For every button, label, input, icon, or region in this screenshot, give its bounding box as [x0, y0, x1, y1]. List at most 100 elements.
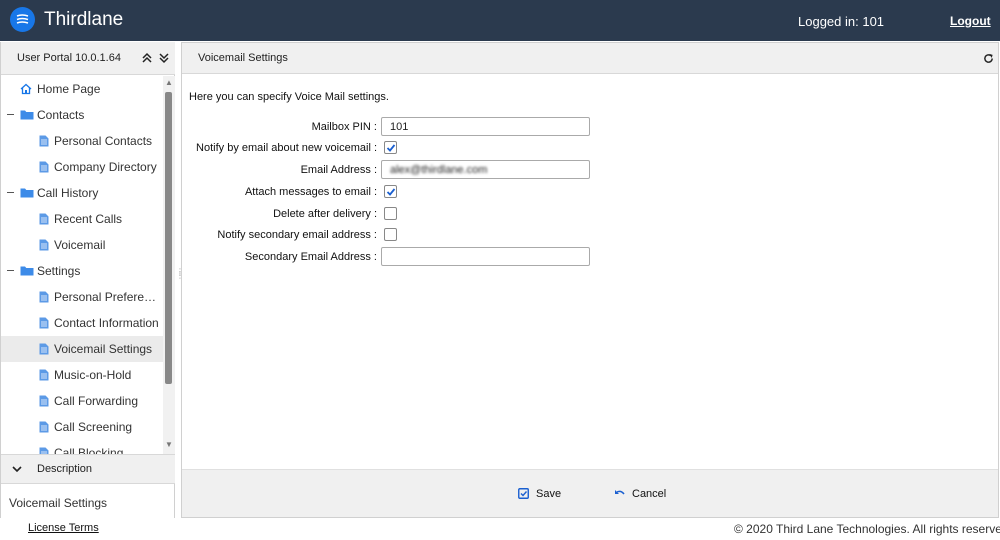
sidebar-item-recent-calls[interactable]: Recent Calls [1, 206, 163, 232]
sidebar-item-label: Company Directory [54, 160, 157, 174]
description-header[interactable]: Description [1, 454, 175, 484]
collapse-all-icon[interactable] [141, 52, 153, 64]
delete-after-row: Delete after delivery : [182, 204, 782, 224]
top-bar: Thirdlane Logged in: 101 Logout [0, 0, 1000, 41]
collapse-minus-icon[interactable] [7, 192, 14, 193]
collapse-minus-icon[interactable] [7, 270, 14, 271]
secondary-email-input[interactable] [381, 247, 590, 266]
sidebar-item-home-page[interactable]: Home Page [1, 76, 163, 102]
home-icon [20, 83, 32, 98]
document-icon [39, 447, 49, 454]
refresh-icon[interactable] [983, 53, 994, 64]
sidebar: User Portal 10.0.1.64 Home Page Contacts P… [0, 42, 175, 518]
sidebar-item-label: Personal Contacts [54, 134, 153, 148]
sidebar-item-call-screening[interactable]: Call Screening [1, 414, 163, 440]
attach-label: Attach messages to email : [244, 186, 377, 198]
description-title: Description [37, 463, 93, 475]
sidebar-item-label: Call Screening [54, 420, 133, 434]
notify-email-checkbox[interactable] [384, 141, 397, 154]
notify-email-row: Notify by email about new voicemail : [182, 138, 782, 158]
email-address-input[interactable]: alex@thirdlane.com [381, 160, 590, 179]
checkmark-icon [386, 188, 396, 196]
folder-icon [20, 109, 34, 123]
save-icon [518, 488, 529, 499]
sidebar-item-label: Contacts [37, 108, 85, 122]
notify-email-label: Notify by email about new voicemail : [196, 142, 377, 154]
sidebar-item-personal-contacts[interactable]: Personal Contacts [1, 128, 163, 154]
document-icon [39, 395, 49, 410]
sidebar-item-voicemail-settings[interactable]: Voicemail Settings [1, 336, 163, 362]
delete-after-label: Delete after delivery : [273, 208, 377, 220]
folder-icon [20, 265, 34, 279]
thirdlane-logo-icon[interactable] [10, 7, 35, 32]
notify-secondary-row: Notify secondary email address : [182, 225, 782, 245]
description-text: Voicemail Settings [9, 496, 108, 510]
sidebar-title: User Portal 10.0.1.64 [17, 52, 121, 64]
email-address-label: Email Address : [300, 164, 377, 176]
document-icon [39, 421, 49, 436]
logout-link[interactable]: Logout [950, 14, 991, 28]
sidebar-item-label: Contact Information [54, 316, 159, 330]
sidebar-item-label: Recent Calls [54, 212, 123, 226]
delete-after-checkbox[interactable] [384, 207, 397, 220]
sidebar-item-label: Personal Preferences [54, 290, 161, 304]
sidebar-item-call-forwarding[interactable]: Call Forwarding [1, 388, 163, 414]
intro-text: Here you can specify Voice Mail settings… [189, 91, 389, 103]
sidebar-item-voicemail[interactable]: Voicemail [1, 232, 163, 258]
copyright-text: © 2020 Third Lane Technologies. All righ… [734, 522, 1000, 536]
sidebar-item-label: Music-on-Hold [54, 368, 132, 382]
sidebar-item-label: Call Blocking [54, 446, 124, 454]
collapse-minus-icon[interactable] [7, 114, 14, 115]
attach-row: Attach messages to email : [182, 182, 782, 202]
page-title: Voicemail Settings [198, 52, 288, 64]
document-icon [39, 291, 49, 306]
scroll-down-icon[interactable]: ▼ [165, 440, 173, 449]
folder-icon [20, 187, 34, 201]
sidebar-item-label: Call History [37, 186, 99, 200]
document-icon [39, 213, 49, 228]
sidebar-item-company-directory[interactable]: Company Directory [1, 154, 163, 180]
sidebar-header: User Portal 10.0.1.64 [1, 42, 175, 75]
email-address-row: Email Address : alex@thirdlane.com [182, 160, 782, 180]
secondary-email-label: Secondary Email Address : [244, 251, 377, 263]
notify-secondary-checkbox[interactable] [384, 228, 397, 241]
checkmark-icon [386, 144, 396, 152]
document-icon [39, 343, 49, 358]
mailbox-pin-label: Mailbox PIN : [311, 121, 377, 133]
undo-icon [615, 490, 625, 495]
sidebar-item-label: Call Forwarding [54, 394, 139, 408]
expand-all-icon[interactable] [158, 52, 170, 64]
panel-splitter[interactable]: ⋮ ⋮ [176, 268, 184, 280]
sidebar-item-call-blocking[interactable]: Call Blocking [1, 440, 163, 454]
main-panel: Voicemail Settings Here you can specify … [181, 42, 999, 518]
sidebar-item-label: Voicemail [54, 238, 106, 252]
sidebar-item-label: Home Page [37, 82, 101, 96]
sidebar-item-music-on-hold[interactable]: Music-on-Hold [1, 362, 163, 388]
brand-name: Thirdlane [44, 9, 124, 30]
main-header: Voicemail Settings [182, 43, 998, 74]
document-icon [39, 135, 49, 150]
scroll-up-icon[interactable]: ▲ [165, 78, 173, 87]
secondary-email-row: Secondary Email Address : [182, 247, 782, 267]
mailbox-pin-input[interactable]: 101 [381, 117, 590, 136]
sidebar-item-contact-information[interactable]: Contact Information [1, 310, 163, 336]
document-icon [39, 161, 49, 176]
email-address-value: alex@thirdlane.com [390, 164, 488, 176]
document-icon [39, 317, 49, 332]
document-icon [39, 369, 49, 384]
save-label: Save [536, 488, 562, 500]
attach-checkbox[interactable] [384, 185, 397, 198]
logged-in-status: Logged in: 101 [798, 14, 885, 29]
license-terms-link[interactable]: License Terms [28, 522, 99, 534]
mailbox-pin-row: Mailbox PIN : 101 [182, 117, 782, 137]
sidebar-item-label: Settings [37, 264, 81, 278]
chevron-down-icon [12, 466, 22, 473]
sidebar-item-call-history[interactable]: Call History [1, 180, 163, 206]
sidebar-item-contacts[interactable]: Contacts [1, 102, 163, 128]
cancel-label: Cancel [632, 488, 667, 500]
sidebar-item-settings[interactable]: Settings [1, 258, 163, 284]
sidebar-item-personal-preferences[interactable]: Personal Preferences [1, 284, 163, 310]
navigation-tree: Home Page Contacts Personal Contacts Compan… [1, 76, 163, 454]
sidebar-item-label: Voicemail Settings [54, 342, 153, 356]
scrollbar-thumb[interactable] [165, 92, 172, 384]
